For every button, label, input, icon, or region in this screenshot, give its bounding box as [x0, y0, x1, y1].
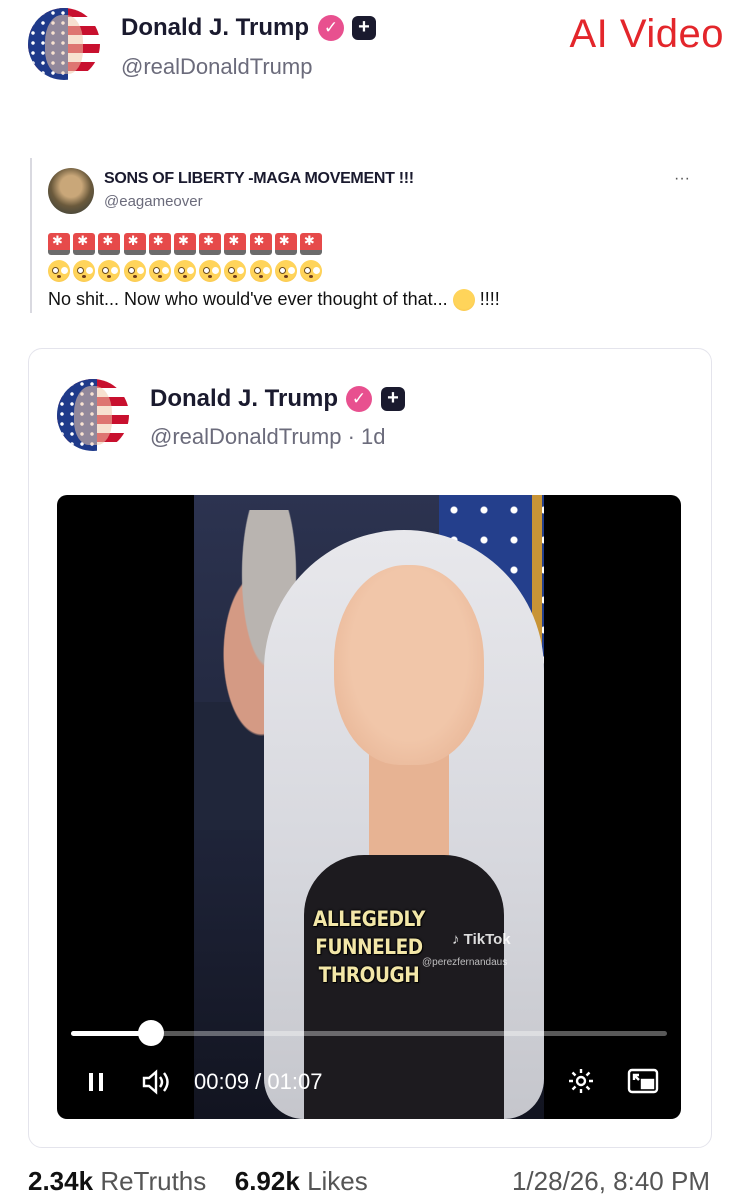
flushed-face-icon	[274, 260, 297, 282]
quoted-text: No shit... Now who would've ever thought…	[48, 289, 500, 312]
siren-emoji-row	[48, 233, 325, 255]
author-handle[interactable]: @realDonaldTrump	[121, 54, 312, 80]
picture-in-picture-icon[interactable]	[627, 1068, 659, 1094]
quoted-avatar[interactable]	[48, 168, 94, 214]
plus-badge-icon: +	[381, 387, 405, 411]
quoted-name[interactable]: SONS OF LIBERTY -MAGA MOVEMENT !!!	[104, 170, 414, 188]
siren-icon	[224, 233, 247, 255]
caption-line-1: ALLEGEDLY FUNNELED	[313, 907, 425, 959]
tiktok-watermark-text: TikTok	[463, 931, 511, 948]
flushed-face-icon	[98, 260, 121, 282]
siren-icon	[148, 233, 171, 255]
tiktok-watermark: ♪ TikTok	[452, 931, 511, 948]
tiktok-watermark-user: @perezfernandaus	[422, 957, 508, 968]
likes-label[interactable]: Likes	[307, 1166, 368, 1196]
video-caption: ALLEGEDLY FUNNELED THROUGH	[271, 905, 466, 989]
volume-icon[interactable]	[141, 1068, 171, 1096]
siren-icon	[48, 233, 70, 255]
flushed-face-icon	[148, 260, 171, 282]
likes-count[interactable]: 6.92k	[235, 1166, 300, 1196]
post-timestamp: 1/28/26, 8:40 PM	[511, 1166, 710, 1196]
flushed-face-icon	[224, 260, 247, 282]
video-player[interactable]: ALLEGEDLY FUNNELED THROUGH ♪ TikTok @per…	[57, 495, 681, 1119]
author-name[interactable]: Donald J. Trump	[121, 14, 309, 42]
video-scrub-handle[interactable]	[137, 1020, 164, 1046]
flushed-face-icon	[249, 260, 272, 282]
ai-video-label: AI Video	[569, 12, 724, 56]
siren-icon	[199, 233, 222, 255]
siren-icon	[299, 233, 322, 255]
quote-divider	[30, 158, 32, 313]
gear-icon[interactable]	[567, 1067, 595, 1095]
thinking-face-icon	[452, 289, 475, 312]
video-frame: ALLEGEDLY FUNNELED THROUGH ♪ TikTok @per…	[194, 495, 544, 1119]
video-time: 00:09 / 01:07	[194, 1069, 323, 1094]
flushed-face-icon	[48, 260, 70, 282]
flushed-face-icon	[173, 260, 196, 282]
stats-row: 2.34k ReTruths 6.92k Likes	[28, 1166, 368, 1197]
flushed-face-icon	[299, 260, 322, 282]
card-author-name[interactable]: Donald J. Trump	[150, 385, 338, 413]
verified-badge-icon: ✓	[346, 386, 372, 412]
flushed-face-icon	[123, 260, 146, 282]
flushed-face-icon	[73, 260, 96, 282]
card-avatar[interactable]	[57, 379, 129, 451]
avatar-face	[74, 386, 112, 446]
more-options-icon[interactable]: ···	[674, 170, 690, 188]
siren-icon	[73, 233, 96, 255]
quoted-text-body: No shit... Now who would've ever thought…	[48, 289, 448, 309]
pause-icon[interactable]	[85, 1070, 109, 1094]
quoted-handle[interactable]: @eagameover	[104, 193, 203, 210]
avatar-face	[45, 15, 83, 75]
siren-icon	[173, 233, 196, 255]
flushed-emoji-row	[48, 260, 325, 282]
author-avatar[interactable]	[28, 8, 100, 80]
siren-icon	[249, 233, 272, 255]
verified-badge-icon: ✓	[318, 15, 344, 41]
card-author-handle[interactable]: @realDonaldTrump · 1d	[150, 424, 386, 450]
person-face	[334, 565, 484, 765]
siren-icon	[98, 233, 121, 255]
plus-badge-icon: +	[352, 16, 376, 40]
quoted-text-suffix: !!!!	[479, 289, 500, 309]
flushed-face-icon	[199, 260, 222, 282]
siren-icon	[123, 233, 146, 255]
siren-icon	[274, 233, 297, 255]
retruths-count[interactable]: 2.34k	[28, 1166, 93, 1196]
retruths-label[interactable]: ReTruths	[100, 1166, 206, 1196]
